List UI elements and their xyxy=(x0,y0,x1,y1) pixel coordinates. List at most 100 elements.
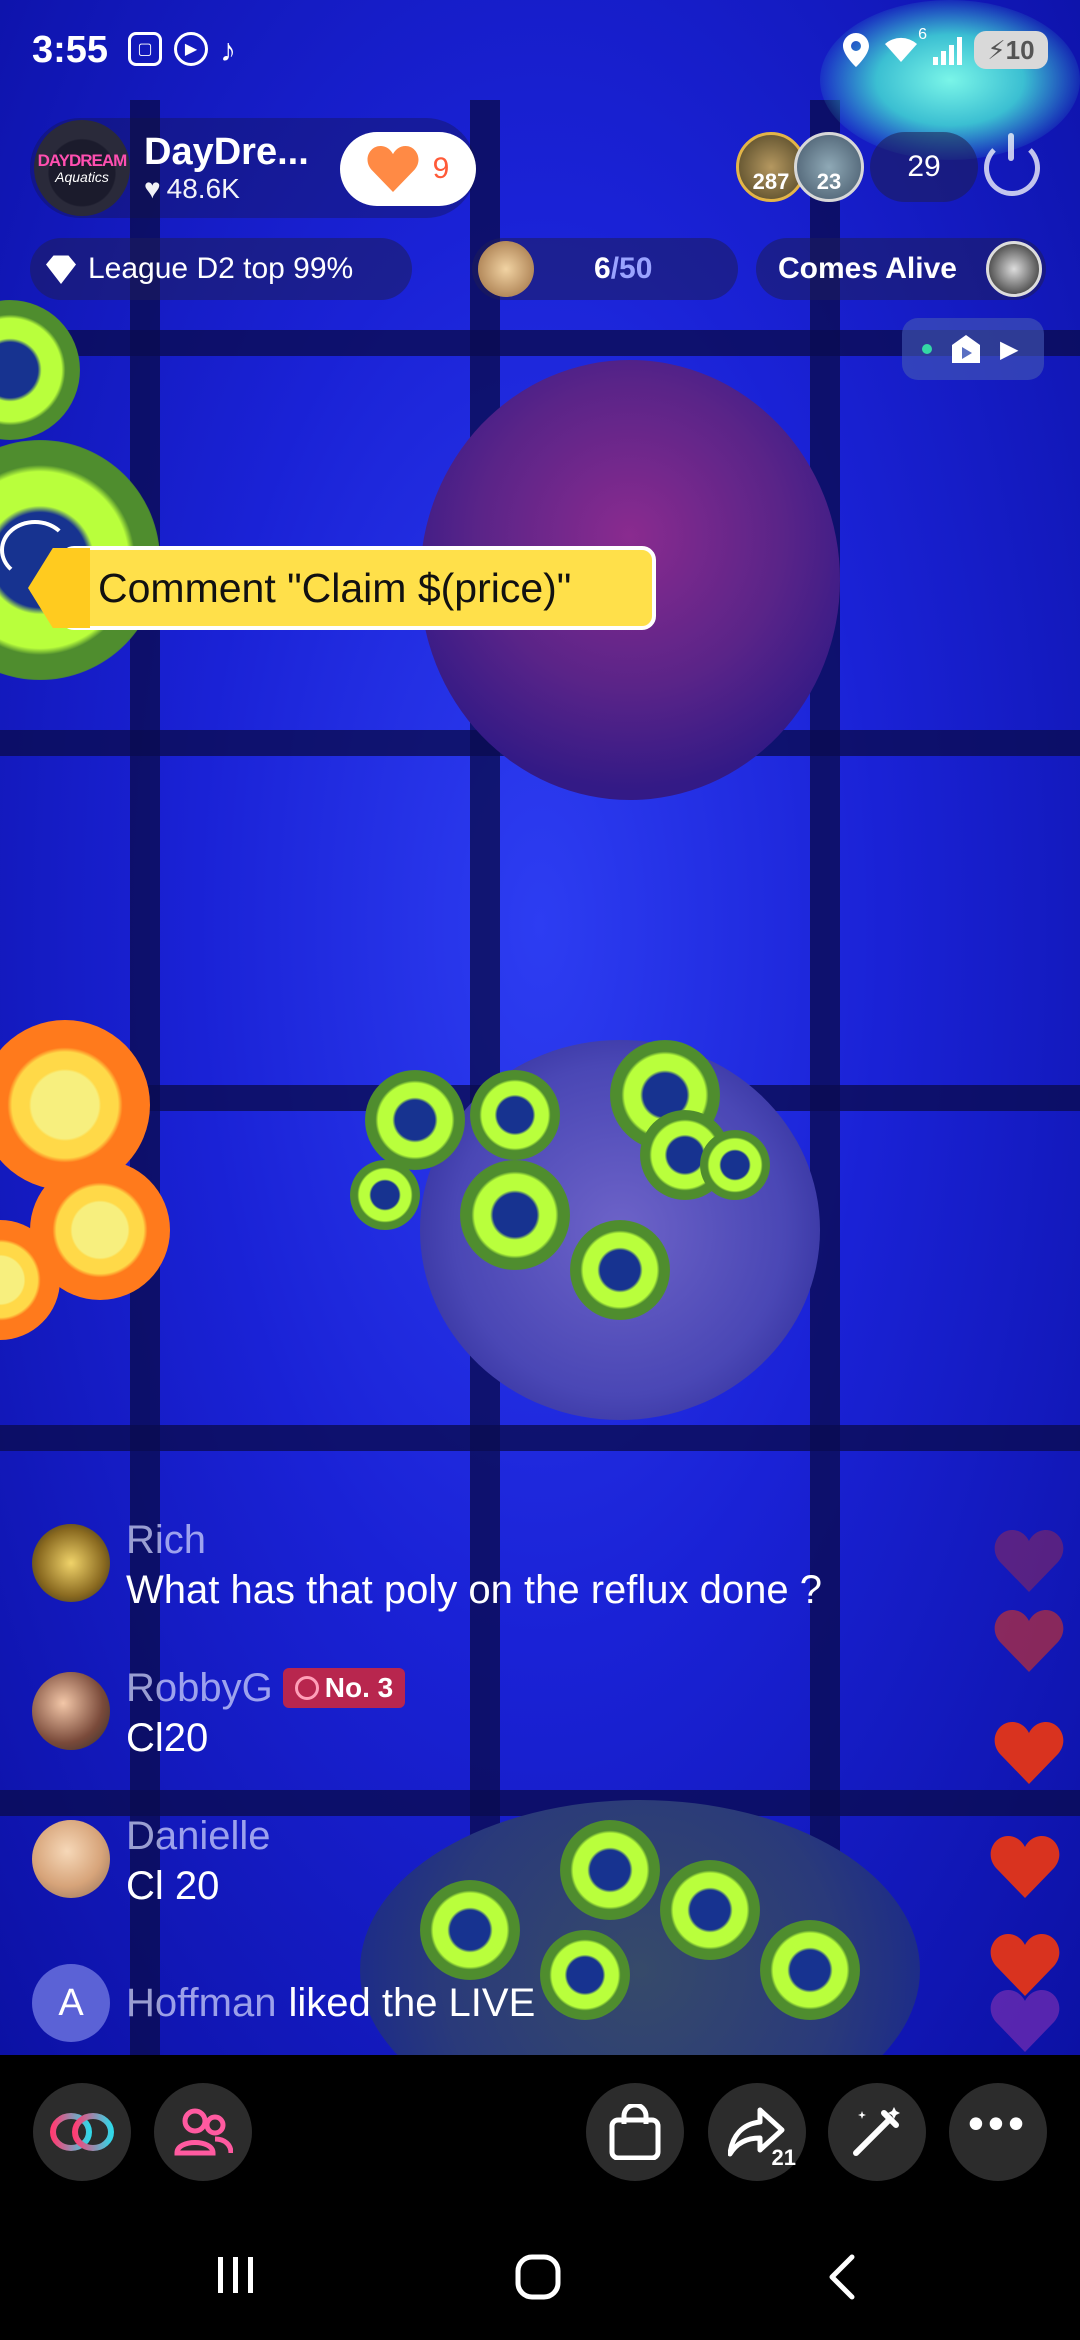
share-count: 21 xyxy=(771,2145,796,2170)
zoa-polyp xyxy=(540,1930,630,2020)
zoa-polyp xyxy=(700,1130,770,1200)
heart-icon: ♥ xyxy=(144,173,161,204)
video-icon xyxy=(952,335,980,363)
zoa-polyp xyxy=(760,1920,860,2020)
chat-username-row: RobbyG No. 3 xyxy=(126,1664,406,1712)
play-arrow-icon: ▶ xyxy=(1000,335,1019,363)
rank-badge: No. 3 xyxy=(282,1668,406,1708)
ranking-label: Comes Alive xyxy=(778,252,957,285)
diamond-icon xyxy=(46,255,76,284)
shopping-bag-icon xyxy=(609,2104,661,2160)
goal-total: /50 xyxy=(610,252,653,285)
like-event-text: liked the LIVE xyxy=(288,1981,536,2025)
ranking-avatar xyxy=(986,241,1042,297)
host-avatar-logo-bottom: Aquatics xyxy=(55,169,109,185)
chat-message[interactable]: Rich What has that poly on the reflux do… xyxy=(32,1516,822,1616)
media-playing-icon: ▶ xyxy=(174,31,209,66)
zoa-polyp xyxy=(560,1820,660,1920)
share-button[interactable]: 21 xyxy=(708,2083,806,2181)
league-pill[interactable]: League D2 top 99% xyxy=(30,238,412,300)
like-event: A Hoffman liked the LIVE xyxy=(32,1964,535,2042)
back-icon[interactable] xyxy=(826,2253,858,2301)
follow-count: 9 xyxy=(432,152,450,185)
goal-progress: 6/50 xyxy=(594,252,652,286)
people-icon xyxy=(174,2108,233,2156)
goal-gift-icon xyxy=(478,241,534,297)
ranking-pill[interactable]: Comes Alive xyxy=(756,238,1046,300)
live-preview-button[interactable]: ▶ xyxy=(902,318,1044,380)
signal-icon xyxy=(933,35,962,65)
host-name: DayDre... xyxy=(144,131,309,173)
more-icon: ••• xyxy=(967,2097,1029,2149)
home-icon[interactable] xyxy=(514,2253,562,2301)
host-likes-count: 48.6K xyxy=(166,173,240,204)
host-avatar[interactable]: DAYDREAM Aquatics xyxy=(34,120,130,216)
heart-icon xyxy=(367,146,419,192)
top-viewer-score: 287 xyxy=(752,169,790,194)
magic-wand-icon xyxy=(853,2107,900,2156)
system-nav-bar xyxy=(0,2205,1080,2340)
link-button[interactable] xyxy=(33,2083,131,2181)
zoa-polyp xyxy=(0,300,80,440)
chat-text: Cl 20 xyxy=(126,1864,220,1908)
zoa-polyp xyxy=(660,1860,760,1960)
rack-grid-bar xyxy=(810,100,840,2055)
chat-username[interactable]: Rich xyxy=(126,1516,822,1564)
zoa-polyp xyxy=(470,1070,560,1160)
host-avatar-logo-top: DAYDREAM xyxy=(37,151,128,170)
zoa-polyp xyxy=(460,1160,570,1270)
viewer-count[interactable]: 29 xyxy=(870,132,978,202)
close-live-icon[interactable] xyxy=(984,133,1040,196)
claim-banner[interactable]: Comment "Claim $(price)" xyxy=(60,546,656,630)
battery-icon: ⚡ 10 xyxy=(974,31,1048,69)
chat-message[interactable]: Danielle Cl 20 xyxy=(32,1812,271,1912)
chat-username[interactable]: Hoffman xyxy=(126,1979,276,2027)
chat-avatar[interactable] xyxy=(32,1672,110,1750)
chat-avatar[interactable] xyxy=(32,1524,110,1602)
wifi-icon: 6 xyxy=(881,26,927,69)
status-right: 6 ⚡ 10 xyxy=(843,26,1048,69)
guests-button[interactable] xyxy=(154,2083,252,2181)
tiktok-icon: ♪ xyxy=(220,31,237,68)
claim-banner-text: Comment "Claim $(price)" xyxy=(98,564,572,611)
chat-avatar[interactable] xyxy=(32,1820,110,1898)
notification-icons: ▢ ▶ ♪ xyxy=(128,31,237,69)
live-dot-icon xyxy=(922,344,932,354)
zoa-polyp xyxy=(350,1160,420,1230)
chat-body: Danielle Cl 20 xyxy=(126,1812,271,1912)
shop-button[interactable] xyxy=(586,2083,684,2181)
recent-apps-icon[interactable] xyxy=(214,2255,258,2295)
chat-message[interactable]: RobbyG No. 3 Cl20 xyxy=(32,1664,406,1764)
tiktok-live-screen: 3:55 ▢ ▶ ♪ 6 ⚡ 10 DAYDREAM Aquatics DayD… xyxy=(0,0,1080,2340)
chat-username[interactable]: RobbyG xyxy=(126,1664,273,1712)
top-viewer-avatar[interactable]: 23 xyxy=(794,132,864,202)
chat-username[interactable]: Danielle xyxy=(126,1812,271,1860)
zoa-polyp xyxy=(365,1070,465,1170)
top-viewers[interactable]: 287 23 29 xyxy=(736,130,978,204)
league-label: League D2 top 99% xyxy=(88,252,354,285)
host-profile-pill[interactable]: DAYDREAM Aquatics DayDre... ♥ 48.6K 9 xyxy=(30,118,476,218)
more-button[interactable]: ••• xyxy=(949,2083,1047,2181)
bottom-action-bar: 21 ••• xyxy=(0,2055,1080,2205)
link-icon xyxy=(50,2113,114,2151)
chat-avatar[interactable]: A xyxy=(32,1964,110,2042)
chat-body: RobbyG No. 3 Cl20 xyxy=(126,1664,406,1764)
chat-text: Cl20 xyxy=(126,1716,209,1760)
follow-button[interactable]: 9 xyxy=(340,132,476,206)
goal-current: 6 xyxy=(594,252,611,285)
battery-level: 10 xyxy=(1005,34,1035,65)
gift-goal-pill[interactable]: 6/50 xyxy=(472,238,738,300)
chat-text: What has that poly on the reflux done ? xyxy=(126,1568,822,1612)
status-bar: 3:55 ▢ ▶ ♪ 6 ⚡ 10 xyxy=(0,0,1080,100)
rank-badge-label: No. 3 xyxy=(324,1672,394,1703)
screenshot-icon: ▢ xyxy=(128,31,163,66)
wifi-badge: 6 xyxy=(918,25,927,43)
host-info: DayDre... ♥ 48.6K xyxy=(144,131,309,205)
host-likes: ♥ 48.6K xyxy=(144,173,309,205)
effects-button[interactable] xyxy=(828,2083,926,2181)
top-viewer-score: 23 xyxy=(816,169,842,194)
clock-icon xyxy=(294,1676,319,1700)
rack-grid-bar xyxy=(0,1425,1080,1451)
status-time: 3:55 xyxy=(32,28,109,71)
location-icon xyxy=(843,33,869,67)
